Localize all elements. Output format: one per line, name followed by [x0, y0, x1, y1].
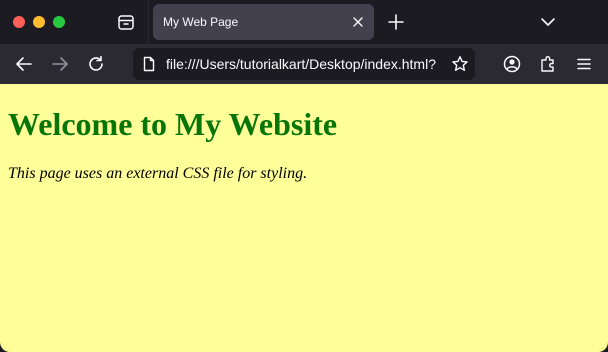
page-paragraph: This page uses an external CSS file for … — [8, 165, 308, 182]
reload-icon[interactable] — [86, 54, 106, 74]
tab-bar: My Web Page — [0, 0, 608, 44]
tab-title: My Web Page — [163, 15, 239, 29]
tab-my-web-page[interactable]: My Web Page — [153, 4, 374, 40]
extensions-icon[interactable] — [538, 54, 558, 74]
star-icon[interactable] — [451, 55, 469, 73]
page-content: Welcome to My Website This page uses an … — [0, 84, 608, 352]
navigation-bar: file:///Users/tutorialkart/Desktop/index… — [0, 44, 608, 84]
address-bar[interactable]: file:///Users/tutorialkart/Desktop/index… — [133, 48, 475, 80]
browser-window: My Web Page file:///Users/tutorialkart/D… — [0, 0, 608, 352]
minimize-window-button[interactable] — [33, 16, 45, 28]
tab-overview-icon[interactable] — [116, 12, 136, 32]
back-arrow-icon[interactable] — [14, 54, 34, 74]
plus-icon[interactable] — [387, 13, 405, 31]
account-icon[interactable] — [502, 54, 522, 74]
page-icon[interactable] — [141, 56, 157, 72]
close-icon[interactable] — [350, 14, 366, 30]
tab-separator — [148, 0, 149, 44]
menu-icon[interactable] — [574, 54, 594, 74]
url-text[interactable]: file:///Users/tutorialkart/Desktop/index… — [166, 56, 436, 72]
forward-arrow-icon[interactable] — [50, 54, 70, 74]
page-heading: Welcome to My Website — [8, 106, 338, 142]
zoom-window-button[interactable] — [53, 16, 65, 28]
close-window-button[interactable] — [13, 16, 25, 28]
chevron-down-icon[interactable] — [540, 14, 556, 30]
